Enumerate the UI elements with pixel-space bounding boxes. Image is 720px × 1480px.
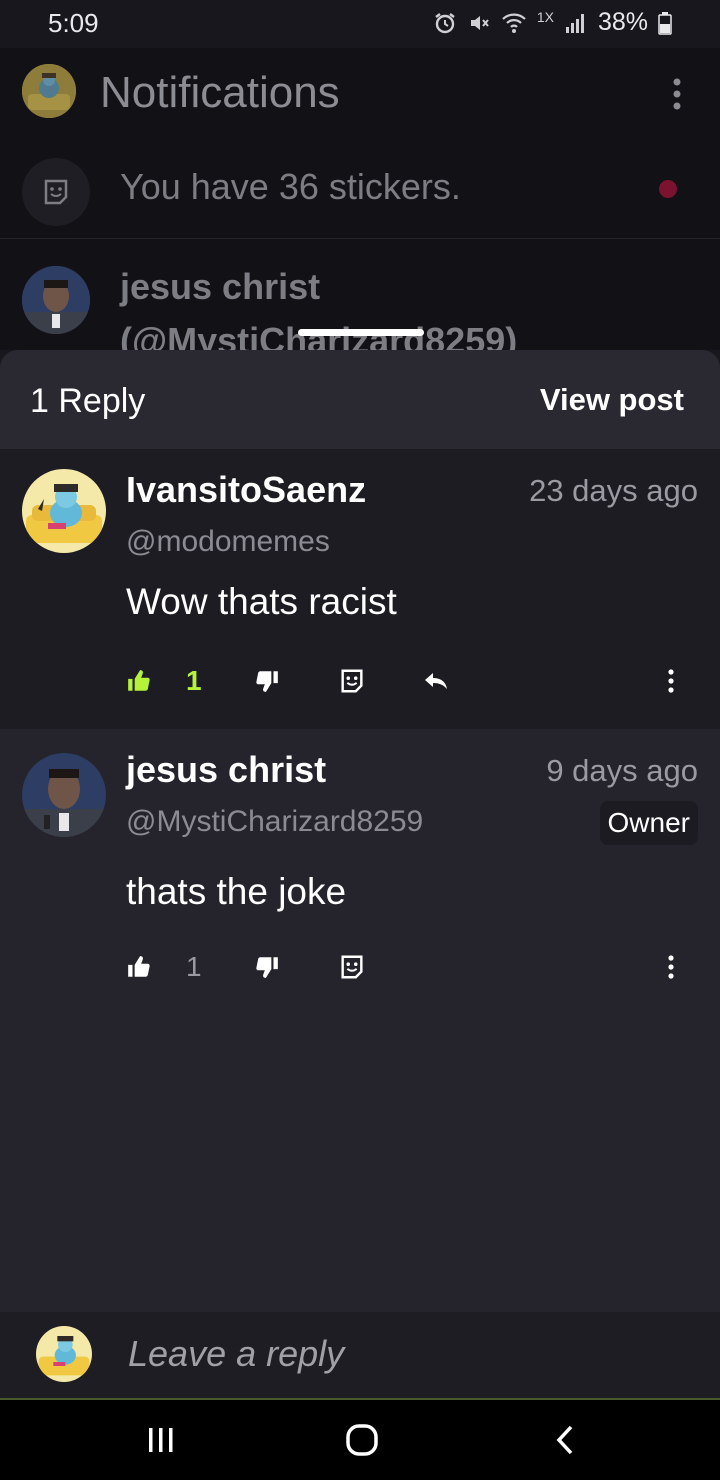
commenter-name[interactable]: IvansitoSaenz: [126, 469, 366, 511]
more-vert-icon[interactable]: [670, 74, 684, 114]
comment-item: jesus christ 9 days ago @MystiCharizard8…: [0, 729, 720, 1029]
sheet-drag-handle[interactable]: [298, 329, 424, 336]
home-button[interactable]: [337, 1418, 387, 1462]
wifi-icon: [502, 13, 526, 33]
comment-text: Wow thats racist: [126, 581, 397, 622]
sticker-button[interactable]: [338, 661, 366, 701]
like-count: 1: [186, 951, 202, 982]
reply-composer: [0, 1312, 720, 1400]
home-icon: [346, 1424, 378, 1456]
comment-more-button[interactable]: [666, 661, 676, 701]
sticker-icon: [22, 158, 90, 226]
page-title: Notifications: [100, 68, 340, 117]
comment-text: thats the joke: [126, 871, 347, 912]
notification-row-stickers[interactable]: You have 36 stickers.: [0, 146, 720, 239]
back-icon: [556, 1425, 573, 1455]
avatar[interactable]: [22, 469, 106, 553]
comment-item: IvansitoSaenz 23 days ago @modomemes Wow…: [0, 449, 720, 729]
sheet-header: 1 Reply View post: [0, 350, 720, 449]
profile-avatar[interactable]: [22, 64, 76, 118]
thumbs-up-icon: [128, 956, 150, 977]
alarm-icon: [435, 12, 455, 33]
dislike-button[interactable]: [254, 947, 280, 987]
commenter-handle: @modomemes: [126, 525, 330, 558]
owner-badge: Owner: [599, 801, 698, 845]
view-post-button[interactable]: View post: [540, 382, 684, 418]
notifications-screen: Notifications You have 36 stickers. jesu…: [0, 48, 720, 361]
sticker-button[interactable]: [338, 947, 366, 987]
thumbs-down-icon: [256, 671, 278, 692]
comment-actions: 1: [126, 947, 696, 987]
comment-actions: 1: [126, 661, 696, 701]
avatar[interactable]: [22, 753, 106, 837]
like-button[interactable]: [126, 947, 152, 987]
battery-percent: 38%: [597, 8, 648, 36]
avatar: [36, 1326, 92, 1382]
reply-input[interactable]: [126, 1330, 690, 1378]
status-icons: 1X 38%: [433, 8, 672, 37]
notification-name: jesus christ: [120, 266, 321, 307]
reply-button[interactable]: [422, 661, 450, 701]
sticker-icon: [341, 669, 363, 693]
status-bar: 5:09 1X 38%: [0, 0, 720, 48]
replies-sheet: 1 Reply View post IvansitoSaenz 23 days …: [0, 350, 720, 1398]
battery-icon: [658, 11, 672, 35]
like-count: 1: [186, 665, 202, 696]
commenter-handle: @MystiCharizard8259: [126, 805, 424, 838]
sticker-icon: [341, 955, 363, 979]
recents-icon: [149, 1428, 173, 1452]
back-button[interactable]: [540, 1418, 590, 1462]
like-button[interactable]: [126, 661, 152, 701]
more-vert-icon: [668, 955, 674, 979]
reply-count: 1 Reply: [30, 382, 146, 420]
more-vert-icon: [668, 669, 674, 693]
stickers-notification-text: You have 36 stickers.: [120, 166, 461, 207]
comment-time: 23 days ago: [529, 473, 698, 508]
signal-icon: [565, 13, 584, 33]
status-time: 5:09: [48, 8, 99, 38]
unread-dot: [659, 180, 677, 198]
avatar: [22, 266, 90, 334]
dislike-button[interactable]: [254, 661, 280, 701]
comment-more-button[interactable]: [666, 947, 676, 987]
comment-time: 9 days ago: [546, 753, 698, 788]
commenter-name[interactable]: jesus christ: [126, 749, 326, 791]
mute-icon: [470, 15, 489, 30]
thumbs-down-icon: [256, 957, 278, 978]
recents-button[interactable]: [136, 1418, 186, 1462]
thumbs-up-icon: [128, 670, 150, 691]
network-type-label: 1X: [536, 8, 554, 25]
system-nav-bar: [0, 1400, 720, 1480]
reply-arrow-icon: [425, 673, 447, 689]
